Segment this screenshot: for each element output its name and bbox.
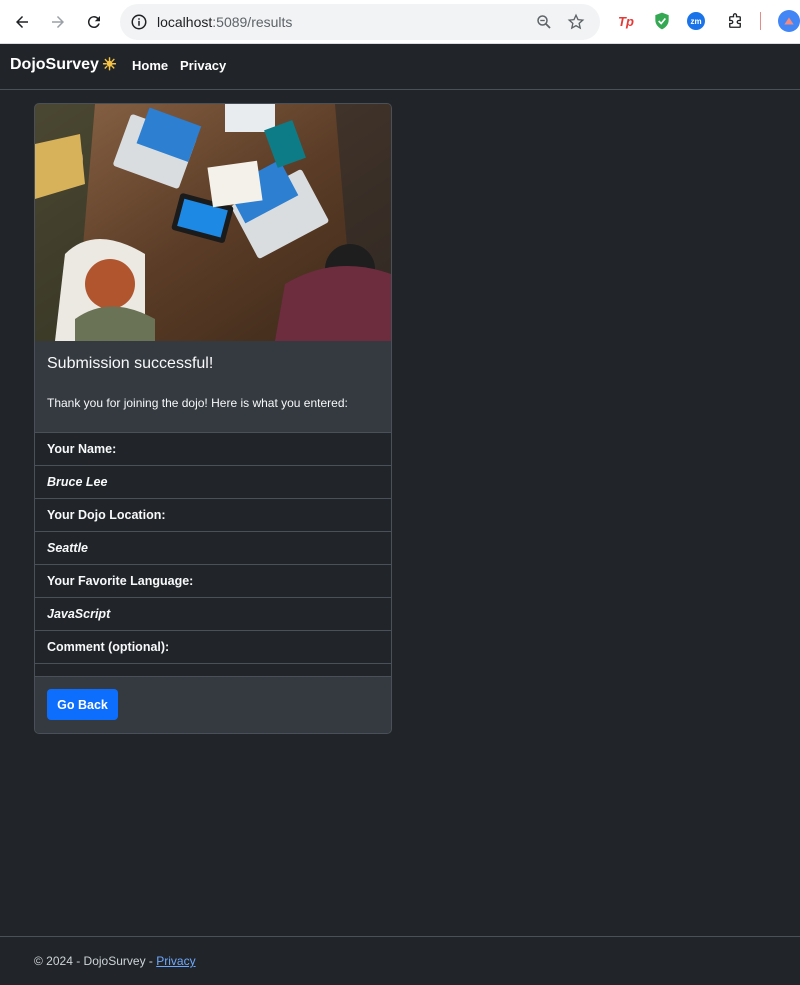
language-label: Your Favorite Language: [35,564,391,597]
nav-privacy-link[interactable]: Privacy [180,58,226,73]
copyright-text: © 2024 - DojoSurvey - [34,954,157,968]
forward-icon[interactable] [47,11,69,33]
comment-label: Comment (optional): [35,630,391,663]
profile-avatar[interactable] [778,10,800,32]
name-label: Your Name: [35,432,391,465]
card-body: Submission successful! Thank you for joi… [35,341,391,432]
team-meeting-image [35,104,391,341]
footer-text: © 2024 - DojoSurvey - Privacy [34,954,196,968]
shield-extension-icon[interactable] [651,10,673,32]
sun-icon: ☀ [101,55,118,74]
card-footer: Go Back [35,676,391,733]
zoom-icon[interactable] [535,13,553,31]
nav-home-link[interactable]: Home [132,58,168,73]
card-text: Thank you for joining the dojo! Here is … [47,396,348,410]
address-bar[interactable]: localhost:5089/results [120,4,600,40]
page-footer: © 2024 - DojoSurvey - Privacy [0,936,800,985]
go-back-button[interactable]: Go Back [47,689,118,720]
brand-name: DojoSurvey [10,56,99,73]
location-label: Your Dojo Location: [35,498,391,531]
info-icon[interactable] [130,13,148,31]
name-value: Bruce Lee [35,465,391,498]
toolbar-divider [760,12,761,30]
card-title: Submission successful! [47,355,214,372]
site-navbar: DojoSurvey ☀ Home Privacy [0,44,800,90]
results-list: Your Name: Bruce Lee Your Dojo Location:… [35,432,391,677]
url-text: localhost:5089/results [157,14,293,30]
footer-privacy-link[interactable]: Privacy [156,954,195,968]
brand-link[interactable]: DojoSurvey ☀ [10,55,117,75]
back-icon[interactable] [11,11,33,33]
tp-extension-icon[interactable]: Tp [615,10,637,32]
location-value: Seattle [35,531,391,564]
language-value: JavaScript [35,597,391,630]
zm-extension-icon[interactable]: zm [687,12,705,30]
results-card: Submission successful! Thank you for joi… [34,103,392,734]
reload-icon[interactable] [83,11,105,33]
browser-toolbar: localhost:5089/results Tp zm [0,0,800,44]
extensions-puzzle-icon[interactable] [724,11,746,33]
bookmark-star-icon[interactable] [567,13,585,31]
comment-value [35,663,391,677]
